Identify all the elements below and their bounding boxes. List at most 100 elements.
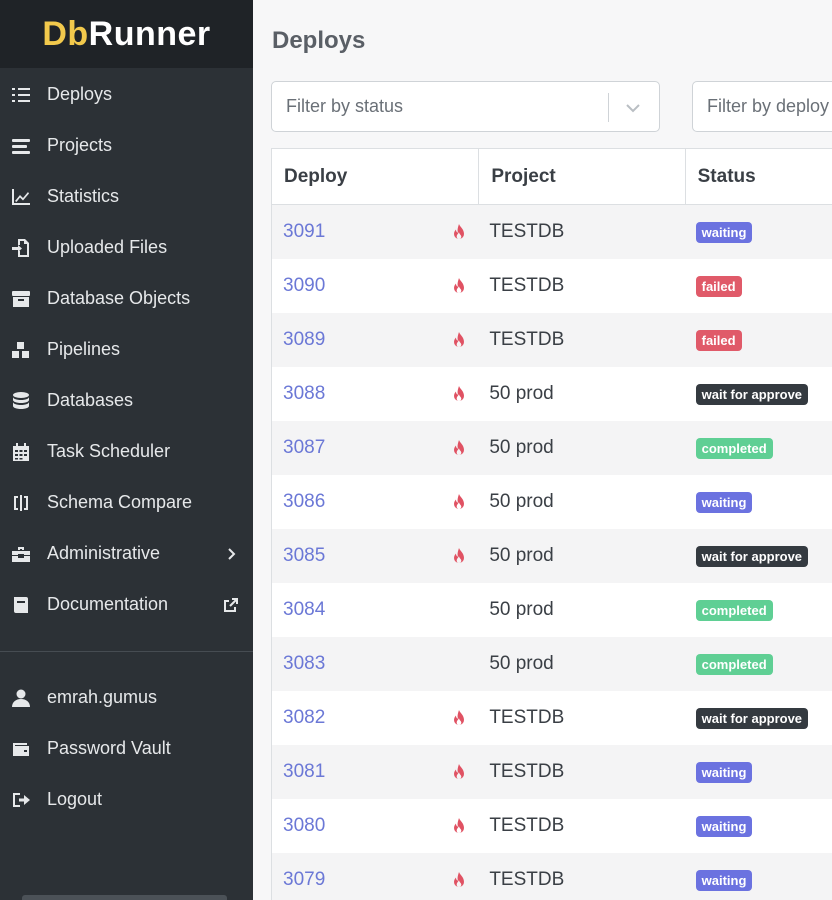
sidebar-item-label: Task Scheduler	[47, 441, 171, 461]
cell-project: 50 prod	[489, 491, 554, 512]
table-row[interactable]: 3087 50 prod completed	[272, 421, 832, 475]
cell-project: 50 prod	[489, 383, 554, 404]
status-badge: completed	[695, 653, 773, 675]
fire-icon	[452, 332, 466, 348]
sidebar-divider	[0, 651, 253, 652]
sidebar-item-logout[interactable]: Logout	[0, 774, 253, 825]
deploy-link[interactable]: 3084	[283, 599, 325, 621]
list-check-icon	[10, 84, 32, 106]
calendar-icon	[10, 441, 32, 463]
table-row[interactable]: 3079 TESTDB waiting	[272, 853, 832, 900]
status-badge: wait for approve	[695, 545, 809, 567]
table-row[interactable]: 3081 TESTDB waiting	[272, 745, 832, 799]
sidebar-user-nav: emrah.gumus Password Vault Logout	[0, 672, 253, 825]
deploy-link[interactable]: 3082	[283, 707, 325, 729]
deploy-link[interactable]: 3085	[283, 545, 325, 567]
brand-logo[interactable]: Db Runner	[0, 0, 253, 68]
deploy-link[interactable]: 3088	[283, 383, 325, 405]
table-row[interactable]: 3089 TESTDB failed	[272, 313, 832, 367]
cell-project: 50 prod	[489, 545, 554, 566]
deploy-link[interactable]: 3080	[283, 815, 325, 837]
status-badge: failed	[695, 329, 742, 351]
table-row[interactable]: 3091 TESTDB waiting	[272, 205, 832, 259]
deploy-link[interactable]: 3079	[283, 869, 325, 891]
cubes-icon	[10, 339, 32, 361]
bars-icon	[10, 135, 32, 157]
column-header-status[interactable]: Status	[686, 149, 832, 204]
cell-deploy: 3079	[272, 853, 479, 900]
sidebar: Db Runner Deploys Projects Statistics Upl…	[0, 0, 253, 900]
page-title: Deploys	[272, 27, 366, 54]
table-row[interactable]: 3083 50 prod completed	[272, 637, 832, 691]
sidebar-item-label: Projects	[47, 135, 113, 155]
cell-project: TESTDB	[489, 329, 565, 350]
cell-status: failed	[686, 313, 832, 367]
sidebar-item-password-vault[interactable]: Password Vault	[0, 723, 253, 774]
cell-status: waiting	[686, 799, 832, 853]
sidebar-item-label: Schema Compare	[47, 492, 193, 512]
cell-project: TESTDB	[489, 275, 565, 296]
sidebar-item-statistics[interactable]: Statistics	[0, 171, 253, 222]
column-header-deploy[interactable]: Deploy	[272, 149, 480, 204]
sidebar-item-documentation[interactable]: Documentation	[0, 579, 253, 630]
cell-project: TESTDB	[489, 761, 565, 782]
select-separator	[608, 93, 609, 122]
sidebar-item-databases[interactable]: Databases	[0, 375, 253, 426]
table-body: 3091 TESTDB waiting 3090 TESTDB failed 3089 TES…	[272, 205, 832, 900]
chevron-right-icon	[223, 546, 239, 562]
status-badge: waiting	[695, 761, 753, 783]
archive-icon	[10, 288, 32, 310]
deploy-link[interactable]: 3083	[283, 653, 325, 675]
fire-icon	[452, 278, 466, 294]
database-icon	[10, 390, 32, 412]
fire-icon	[452, 224, 466, 240]
cell-deploy: 3088	[272, 367, 479, 421]
column-header-project[interactable]: Project	[479, 149, 686, 204]
deploy-link[interactable]: 3091	[283, 221, 325, 243]
table-header: Deploy Project Status	[272, 149, 832, 205]
deploy-link[interactable]: 3081	[283, 761, 325, 783]
sidebar-item-label: Password Vault	[47, 738, 171, 758]
sidebar-scrollbar[interactable]	[22, 895, 227, 900]
sidebar-item-database-objects[interactable]: Database Objects	[0, 273, 253, 324]
status-badge: wait for approve	[695, 383, 809, 405]
cell-project: TESTDB	[489, 221, 565, 242]
table-row[interactable]: 3088 50 prod wait for approve	[272, 367, 832, 421]
cell-deploy: 3089	[272, 313, 479, 367]
sidebar-item-projects[interactable]: Projects	[0, 120, 253, 171]
status-badge: waiting	[695, 869, 753, 891]
deploy-link[interactable]: 3089	[283, 329, 325, 351]
sidebar-item-pipelines[interactable]: Pipelines	[0, 324, 253, 375]
deploy-link[interactable]: 3090	[283, 275, 325, 297]
deploy-filter-select[interactable]: Filter by deploy	[692, 81, 832, 132]
cell-deploy: 3084	[272, 583, 479, 637]
status-badge: failed	[695, 275, 742, 297]
sidebar-item-task-scheduler[interactable]: Task Scheduler	[0, 426, 253, 477]
table-row[interactable]: 3080 TESTDB waiting	[272, 799, 832, 853]
file-import-icon	[10, 237, 32, 259]
sidebar-item-schema-compare[interactable]: Schema Compare	[0, 477, 253, 528]
sidebar-item-user[interactable]: emrah.gumus	[0, 672, 253, 723]
sidebar-item-uploaded-files[interactable]: Uploaded Files	[0, 222, 253, 273]
cell-status: waiting	[686, 745, 832, 799]
sidebar-item-label: Databases	[47, 390, 134, 410]
table-row[interactable]: 3082 TESTDB wait for approve	[272, 691, 832, 745]
table-row[interactable]: 3085 50 prod wait for approve	[272, 529, 832, 583]
cell-status: waiting	[686, 853, 832, 900]
cell-status: completed	[686, 637, 832, 691]
chevron-down-icon[interactable]	[624, 99, 642, 117]
sidebar-item-label: Database Objects	[47, 288, 191, 308]
deploy-link[interactable]: 3087	[283, 437, 325, 459]
sidebar-item-label: Uploaded Files	[47, 237, 168, 257]
cell-status: waiting	[686, 475, 832, 529]
sidebar-item-deploys[interactable]: Deploys	[0, 69, 253, 120]
deploy-link[interactable]: 3086	[283, 491, 325, 513]
table-row[interactable]: 3084 50 prod completed	[272, 583, 832, 637]
table-row[interactable]: 3090 TESTDB failed	[272, 259, 832, 313]
deploy-filter-placeholder: Filter by deploy	[707, 96, 830, 116]
table-row[interactable]: 3086 50 prod waiting	[272, 475, 832, 529]
status-filter-select[interactable]: Filter by status	[271, 81, 660, 132]
brand-logo-part1: Db	[42, 14, 89, 53]
external-link-icon	[223, 597, 239, 613]
sidebar-item-administrative[interactable]: Administrative	[0, 528, 253, 579]
